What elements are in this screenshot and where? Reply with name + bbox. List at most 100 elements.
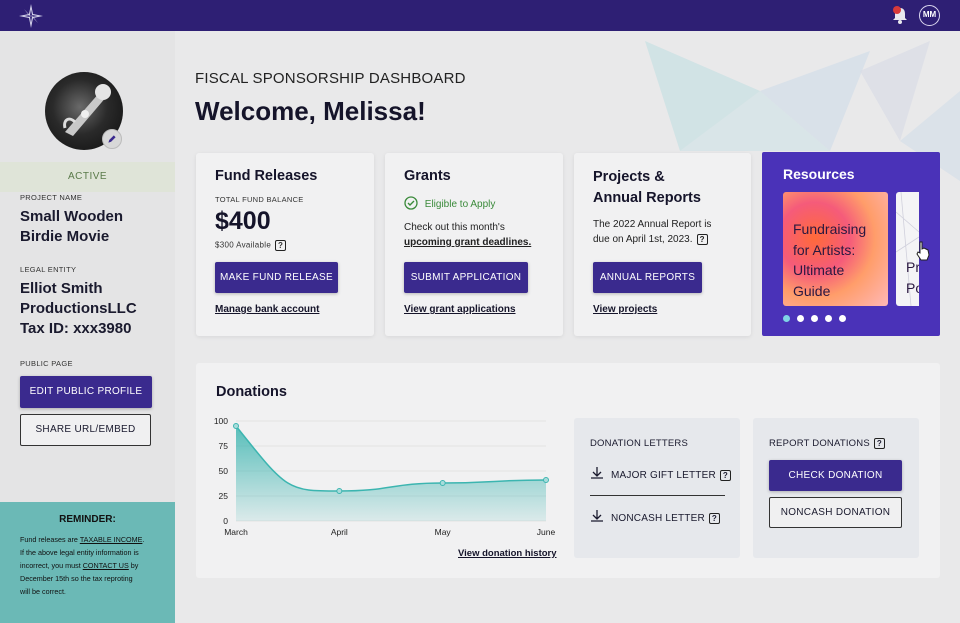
carousel-dot-1[interactable] <box>783 315 790 322</box>
fund-balance-label: TOTAL FUND BALANCE <box>215 195 304 204</box>
download-icon[interactable] <box>590 466 604 480</box>
resources-carousel: Resources Fundraising for Artists: Ultim… <box>762 152 940 336</box>
download-icon[interactable] <box>590 509 604 523</box>
data-point-june[interactable] <box>543 477 549 483</box>
reminder-text-line: December 15th so the tax reproting <box>20 574 133 583</box>
manage-bank-account-link[interactable]: Manage bank account <box>215 304 319 315</box>
major-gift-letter-row[interactable]: MAJOR GIFT LETTER? <box>590 466 731 481</box>
legal-entity-label: LEGAL ENTITY <box>20 265 77 274</box>
taxable-income-link[interactable]: TAXABLE INCOME <box>80 535 143 544</box>
project-name-line: Birdie Movie <box>20 228 110 245</box>
project-name-label: PROJECT NAME <box>20 193 83 202</box>
x-tick-label: March <box>224 527 248 537</box>
reminder-text: Fund releases are TAXABLE INCOME. If the… <box>20 533 155 598</box>
resource-card-fundraising-guide[interactable]: Fundraising for Artists: Ultimate Guide <box>783 192 888 306</box>
data-point-march[interactable] <box>233 423 239 429</box>
make-fund-release-button[interactable]: MAKE FUND RELEASE <box>215 262 338 293</box>
project-status-badge: ACTIVE <box>0 162 175 192</box>
help-icon[interactable]: ? <box>719 469 731 481</box>
help-icon[interactable]: ? <box>275 240 287 251</box>
tax-id: Tax ID: xxx3980 <box>20 320 132 337</box>
reminder-text-segment: by <box>128 561 139 570</box>
available-balance: $300 Available? <box>215 240 287 251</box>
upcoming-grant-deadlines-link[interactable]: upcoming grant deadlines. <box>404 235 531 250</box>
noncash-donation-button[interactable]: NONCASH DONATION <box>769 497 902 528</box>
fund-releases-title: Fund Releases <box>215 168 318 184</box>
project-sidebar: ACTIVE PROJECT NAME Small Wooden Birdie … <box>0 31 175 623</box>
noncash-letter-label[interactable]: NONCASH LETTER <box>611 513 705 524</box>
reminder-text-line: If the above legal entity information is <box>20 548 139 557</box>
donations-title: Donations <box>216 384 287 400</box>
x-tick-label: May <box>435 527 452 537</box>
carousel-dot-5[interactable] <box>839 315 846 322</box>
report-donations-panel: REPORT DONATIONS? CHECK DONATION NONCASH… <box>753 418 919 558</box>
compass-logo-icon[interactable] <box>18 3 44 29</box>
eligible-status: Eligible to Apply <box>404 196 495 212</box>
check-circle-icon <box>404 196 418 210</box>
grants-title: Grants <box>404 168 451 184</box>
resource-card-text-line: Guide <box>793 282 831 299</box>
help-icon[interactable]: ? <box>873 438 885 449</box>
carousel-dot-4[interactable] <box>825 315 832 322</box>
help-icon[interactable]: ? <box>708 512 720 524</box>
donations-card: Donations 0 25 50 75 100 March April May June Vi… <box>196 363 940 578</box>
annual-report-text-line: due on April 1st, 2023. <box>593 234 693 245</box>
fund-balance-value: $400 <box>215 207 271 235</box>
view-grant-applications-link[interactable]: View grant applications <box>404 304 516 315</box>
x-tick-label: April <box>331 527 348 537</box>
y-tick-label: 75 <box>219 441 229 451</box>
data-point-april[interactable] <box>336 488 343 494</box>
carousel-dot-2[interactable] <box>797 315 804 322</box>
y-tick-label: 50 <box>219 466 229 476</box>
projects-title-line: Annual Reports <box>593 190 701 206</box>
legal-entity-line: ProductionsLLC <box>20 300 137 317</box>
reminder-text-segment: incorrect, you must <box>20 561 83 570</box>
share-url-embed-button[interactable]: SHARE URL/EMBED <box>20 414 151 446</box>
grant-text-line: Check out this month's <box>404 222 505 233</box>
tax-reminder-panel: REMINDER: Fund releases are TAXABLE INCO… <box>0 502 175 623</box>
grant-deadlines-text: Check out this month's upcoming grant de… <box>404 220 531 250</box>
eligible-text: Eligible to Apply <box>424 199 496 210</box>
y-tick-label: 25 <box>219 491 229 501</box>
major-gift-letter-label[interactable]: MAJOR GIFT LETTER <box>611 470 716 481</box>
resource-card-text-line: Ultimate <box>793 262 845 278</box>
top-navigation-bar: MM <box>0 0 960 31</box>
page-title: Welcome, Melissa! <box>195 96 426 126</box>
resource-card-text-line: for Artists: <box>793 241 856 258</box>
data-point-may[interactable] <box>439 480 446 486</box>
resource-card-text-line: Fundraising <box>793 221 867 237</box>
legal-entity-line: Elliot Smith <box>20 280 103 297</box>
annual-report-text-line: The 2022 Annual Report is <box>593 219 712 230</box>
project-name-line: Small Wooden <box>20 208 124 225</box>
view-projects-link[interactable]: View projects <box>593 304 657 315</box>
donation-letters-label: DONATION LETTERS <box>590 438 689 449</box>
donation-letters-panel: DONATION LETTERS MAJOR GIFT LETTER? NONC… <box>574 418 740 558</box>
project-name: Small Wooden Birdie Movie <box>20 207 123 247</box>
edit-public-profile-button[interactable]: EDIT PUBLIC PROFILE <box>20 376 152 408</box>
reminder-text-line: will be correct. <box>20 587 66 596</box>
notification-bell-icon[interactable] <box>891 5 909 25</box>
donations-area <box>236 426 546 521</box>
donations-area-chart: 0 25 50 75 100 March April May June <box>214 416 556 537</box>
resources-title: Resources <box>783 166 855 182</box>
carousel-dot-3[interactable] <box>811 315 818 322</box>
help-icon[interactable]: ? <box>696 233 708 245</box>
grants-card: Grants Eligible to Apply Check out this … <box>385 153 563 336</box>
x-tick-label: June <box>537 527 556 537</box>
resource-card-text-line: Po <box>906 279 919 296</box>
dashboard-eyebrow: FISCAL SPONSORSHIP DASHBOARD <box>195 70 466 87</box>
noncash-letter-row[interactable]: NONCASH LETTER? <box>590 509 720 524</box>
y-tick-label: 100 <box>214 416 228 426</box>
view-donation-history-link[interactable]: View donation history <box>458 548 557 559</box>
annual-reports-button[interactable]: ANNUAL REPORTS <box>593 262 702 293</box>
check-donation-button[interactable]: CHECK DONATION <box>769 460 902 491</box>
projects-title: Projects & Annual Reports <box>593 167 701 209</box>
divider <box>590 495 725 496</box>
user-avatar[interactable]: MM <box>919 5 940 26</box>
projects-title-line: Projects & <box>593 169 665 185</box>
public-page-label: PUBLIC PAGE <box>20 359 73 368</box>
submit-application-button[interactable]: SUBMIT APPLICATION <box>404 262 528 293</box>
edit-photo-pencil-icon[interactable] <box>102 129 122 149</box>
contact-us-link[interactable]: CONTACT US <box>83 561 129 570</box>
legal-entity: Elliot Smith ProductionsLLC Tax ID: xxx3… <box>20 279 137 339</box>
